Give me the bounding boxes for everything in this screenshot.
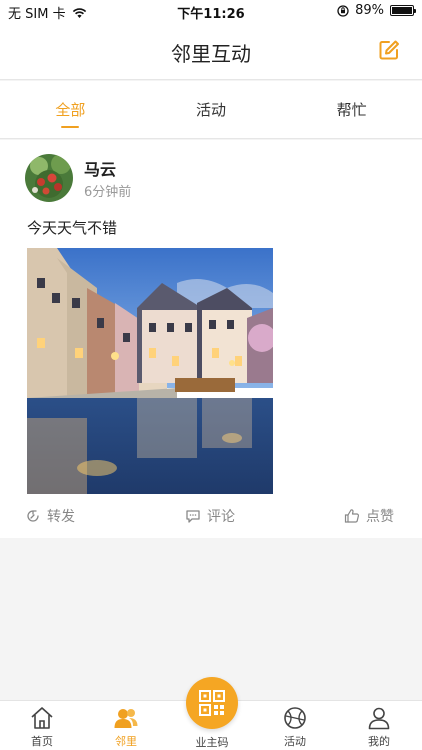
qr-code-icon <box>199 690 225 716</box>
tab-all[interactable]: 全部 <box>0 81 141 138</box>
page-title: 邻里互动 <box>171 42 251 66</box>
like-label: 点赞 <box>366 509 394 525</box>
share-button[interactable]: 转发 <box>25 506 75 526</box>
battery-fill <box>392 7 412 14</box>
tabbar-item-profile[interactable]: 我的 <box>349 705 409 749</box>
tabbar-label-activities: 活动 <box>284 735 306 748</box>
tabbar-label-owner-code: 业主码 <box>195 736 229 749</box>
nav-bar: 邻里互动 <box>0 22 422 80</box>
profile-icon <box>368 707 390 730</box>
share-label: 转发 <box>47 509 75 525</box>
post-content: 今天天气不错 <box>27 219 118 237</box>
tabbar-label-home: 首页 <box>31 735 53 748</box>
ball-icon <box>284 707 306 729</box>
avatar-image <box>25 154 73 202</box>
tabbar-item-neighbors[interactable]: 邻里 <box>96 705 156 749</box>
home-icon <box>31 707 53 729</box>
tabbar-item-home[interactable]: 首页 <box>12 705 72 749</box>
post-image[interactable] <box>27 248 273 494</box>
filter-tabs: 全部 活动 帮忙 <box>0 81 422 139</box>
comment-label: 评论 <box>207 509 235 525</box>
like-icon <box>344 509 360 523</box>
post-author[interactable]: 马云 <box>84 156 116 180</box>
like-button[interactable]: 点赞 <box>344 506 394 526</box>
tabbar-label-neighbors: 邻里 <box>115 735 137 748</box>
comment-button[interactable]: 评论 <box>185 506 235 526</box>
orientation-lock-icon <box>337 4 349 17</box>
post-image-illustration <box>27 248 273 494</box>
neighbors-icon <box>114 709 138 728</box>
battery-percent: 89% <box>355 3 384 18</box>
share-icon <box>27 510 39 522</box>
tabbar-label-profile: 我的 <box>368 735 390 748</box>
avatar[interactable] <box>25 154 73 202</box>
post-time: 6分钟前 <box>84 185 132 200</box>
status-right: 89% <box>337 3 416 18</box>
edit-icon[interactable] <box>378 39 400 61</box>
battery-icon <box>390 5 416 16</box>
tab-activities[interactable]: 活动 <box>141 81 282 138</box>
tab-help[interactable]: 帮忙 <box>281 81 422 138</box>
tabbar-item-activities[interactable]: 活动 <box>265 705 325 749</box>
status-bar: 无 SIM 卡 下午11:26 89% <box>0 0 422 22</box>
post-card: 马云 6分钟前 今天天气不错 转发 评论 点赞 <box>0 140 422 538</box>
post-actions: 转发 评论 点赞 <box>0 502 422 530</box>
screen: 无 SIM 卡 下午11:26 89% 邻里互动 全部 活动 帮忙 马云 6分钟… <box>0 0 422 750</box>
owner-code-button[interactable] <box>186 677 238 729</box>
comment-icon <box>186 510 200 523</box>
